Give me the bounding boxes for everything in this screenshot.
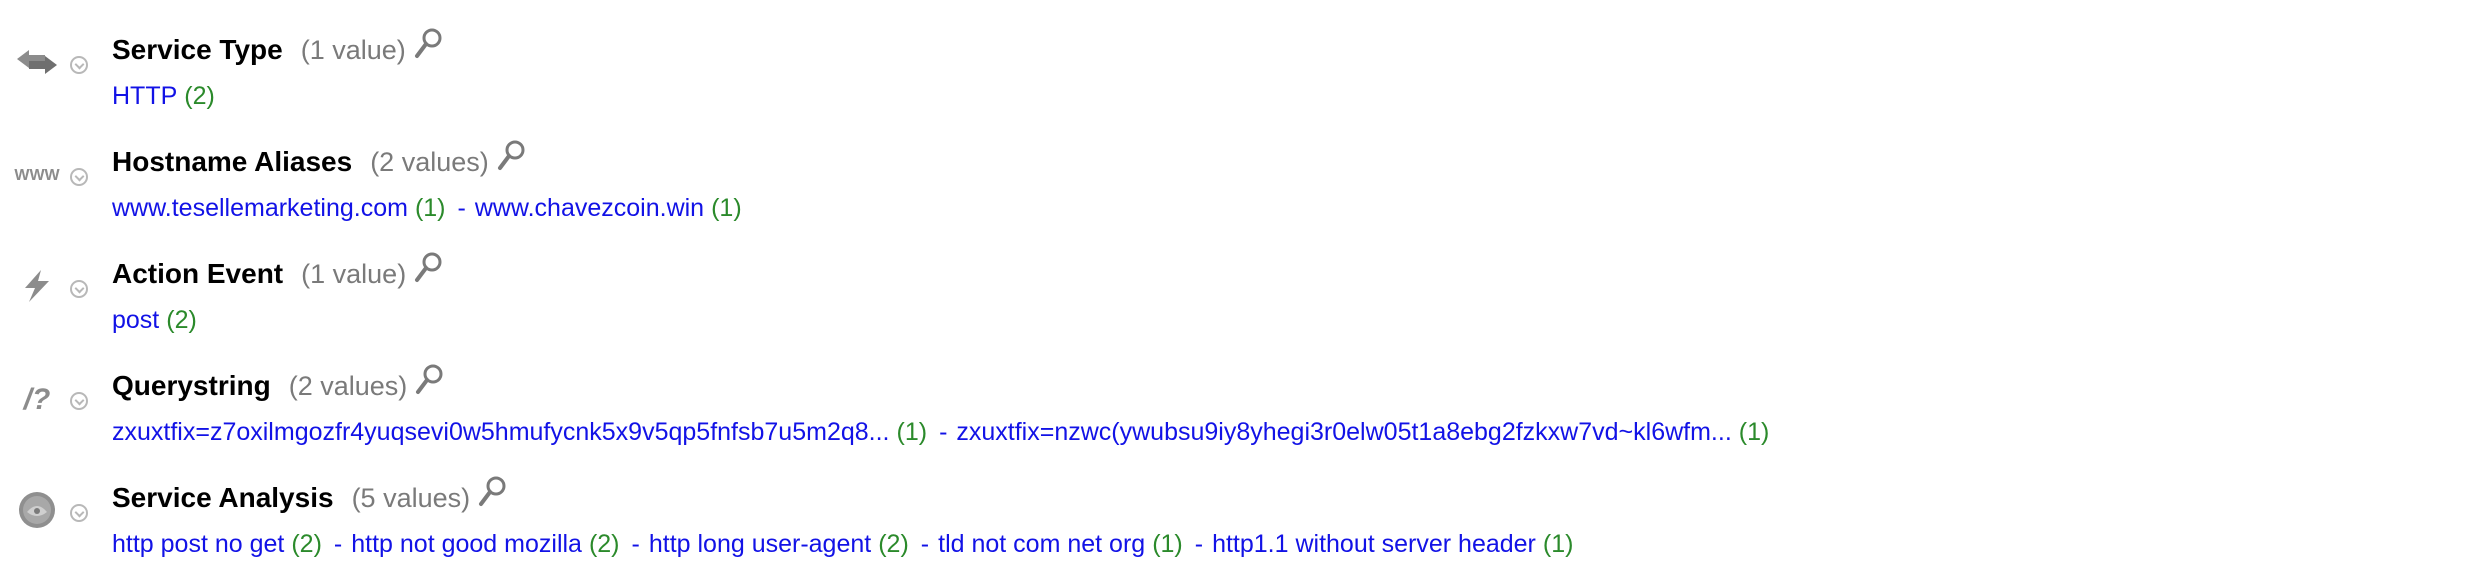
facet-value-link[interactable]: www.tesellemarketing.com <box>112 194 408 223</box>
facet-value-link[interactable]: post <box>112 306 159 335</box>
facet-values: www.tesellemarketing.com (1) - www.chave… <box>112 190 742 226</box>
facet-value-link[interactable]: http long user-agent <box>649 530 871 559</box>
lightning-icon <box>14 266 60 306</box>
facet-action-event: Action Event (1 value) post (2) <box>0 224 2468 336</box>
facet-value-link[interactable]: http not good mozilla <box>351 530 582 559</box>
facet-value-count: (1) <box>1152 529 1183 558</box>
facet-service-analysis: Service Analysis (5 values) http post no… <box>0 448 2468 560</box>
facet-value-count: (2) <box>184 81 215 110</box>
facet-values: http post no get (2) - http not good moz… <box>112 526 1573 562</box>
facet-value-count: (1) <box>711 193 742 222</box>
facet-title: Service Type <box>112 34 283 65</box>
facet-header: Querystring (2 values) <box>112 364 445 408</box>
facet-value-link[interactable]: www.chavezcoin.win <box>475 194 704 223</box>
value-separator: - <box>1194 529 1204 558</box>
facet-hostname-aliases: WWW Hostname Aliases (2 values) www.tese… <box>0 112 2468 224</box>
facet-value-link[interactable]: HTTP <box>112 82 177 111</box>
expand-toggle[interactable] <box>70 168 88 186</box>
facet-value-count: (2) <box>588 529 620 558</box>
svg-text:WWW: WWW <box>14 167 60 184</box>
facet-value-count: (2) <box>166 305 197 334</box>
www-icon: WWW <box>14 154 60 194</box>
facet-count: (2 values) <box>370 146 489 177</box>
facet-count: (5 values) <box>351 482 471 513</box>
facet-title: Action Event <box>112 258 284 289</box>
expand-toggle[interactable] <box>70 504 88 522</box>
facet-header: Service Type (1 value) <box>112 28 444 72</box>
value-separator: - <box>939 417 948 446</box>
facet-panel: Service Type (1 value) HTTP (2) WWW Host… <box>0 0 2468 580</box>
facet-querystring: /? Querystring (2 values) zxuxtfix=z7oxi… <box>0 336 2468 448</box>
value-separator: - <box>333 529 343 558</box>
value-separator: - <box>457 193 466 222</box>
facet-service-type: Service Type (1 value) HTTP (2) <box>0 0 2468 112</box>
magnifier-icon[interactable] <box>414 251 444 285</box>
value-separator: - <box>631 529 640 558</box>
facet-header: Hostname Aliases (2 values) <box>112 140 527 184</box>
facet-header: Service Analysis (5 values) <box>112 476 508 520</box>
facet-value-count: (1) <box>1738 417 1770 446</box>
facet-value-link[interactable]: zxuxtfix=z7oxilmgozfr4yuqsevi0w5hmufycnk… <box>112 418 890 447</box>
facet-count: (1 value) <box>300 34 406 65</box>
expand-toggle[interactable] <box>70 392 88 410</box>
facet-values: HTTP (2) <box>112 78 215 114</box>
querystring-icon: /? <box>14 378 60 418</box>
facet-title: Hostname Aliases <box>112 146 353 177</box>
facet-title: Querystring <box>112 370 271 401</box>
magnifier-icon[interactable] <box>414 27 444 61</box>
facet-value-count: (2) <box>291 529 322 558</box>
facet-value-link[interactable]: tld not com net org <box>938 530 1145 559</box>
facet-value-count: (1) <box>1542 529 1574 558</box>
expand-toggle[interactable] <box>70 56 88 74</box>
facet-value-link[interactable]: http post no get <box>112 530 284 559</box>
facet-header: Action Event (1 value) <box>112 252 444 296</box>
facet-value-count: (1) <box>414 193 446 222</box>
facet-values: zxuxtfix=z7oxilmgozfr4yuqsevi0w5hmufycnk… <box>112 414 1769 450</box>
facet-value-count: (2) <box>878 529 909 558</box>
facet-count: (2 values) <box>288 370 408 401</box>
magnifier-icon[interactable] <box>415 363 445 397</box>
analysis-badge-icon <box>14 490 60 530</box>
facet-value-link[interactable]: zxuxtfix=nzwc(ywubsu9iy8yhegi3r0elw05t1a… <box>956 418 1731 447</box>
magnifier-icon[interactable] <box>497 139 527 173</box>
facet-values: post (2) <box>112 302 197 338</box>
facet-count: (1 value) <box>301 258 407 289</box>
facet-value-count: (1) <box>896 417 928 446</box>
expand-toggle[interactable] <box>70 280 88 298</box>
facet-value-link[interactable]: http1.1 without server header <box>1212 530 1536 559</box>
svg-text:/?: /? <box>22 383 51 415</box>
arrows-exchange-icon <box>14 42 60 82</box>
facet-title: Service Analysis <box>112 482 334 513</box>
value-separator: - <box>920 529 930 558</box>
magnifier-icon[interactable] <box>478 475 508 509</box>
